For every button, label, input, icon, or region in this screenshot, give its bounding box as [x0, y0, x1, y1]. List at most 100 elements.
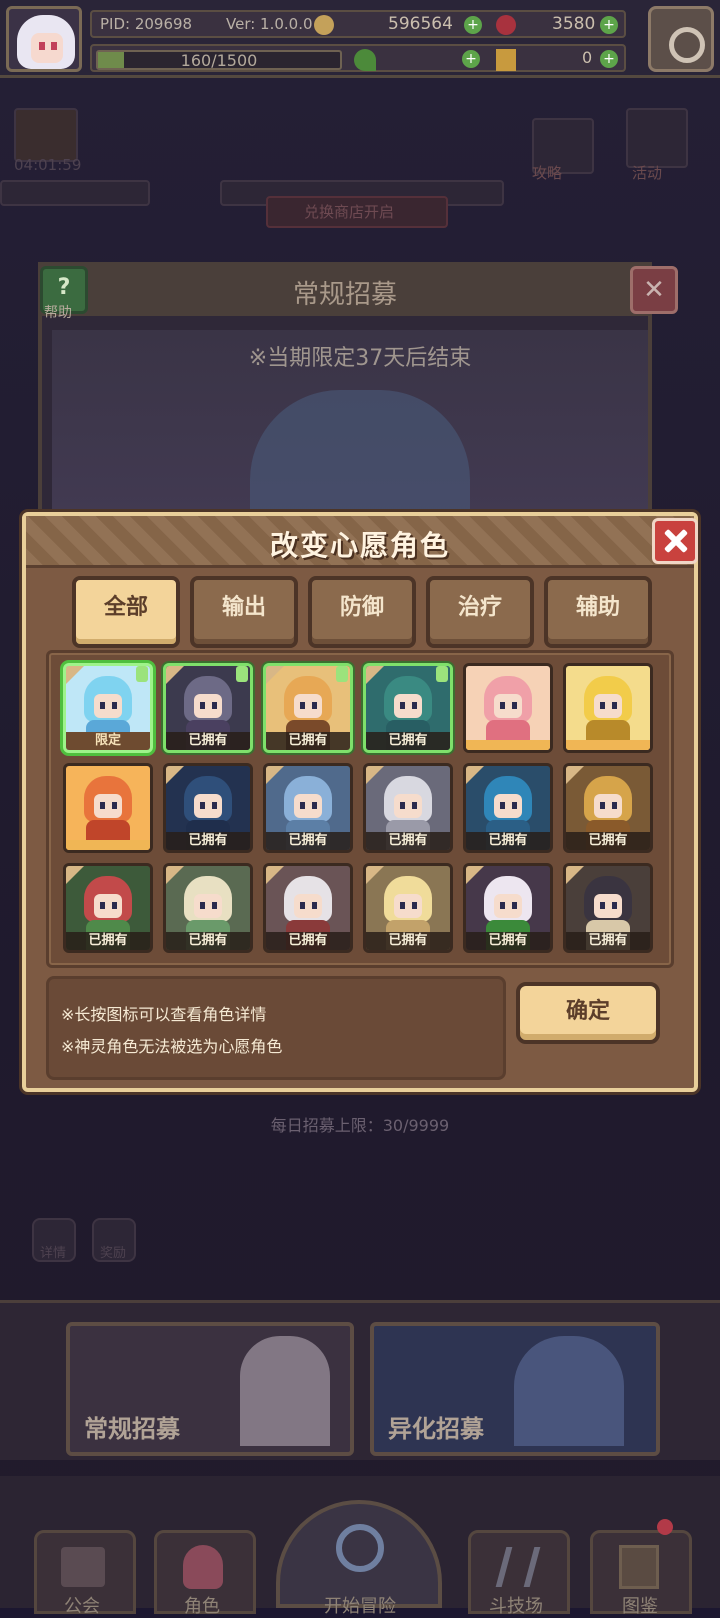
portrait-eye	[600, 802, 605, 809]
portrait-face	[394, 794, 422, 818]
add-key-button[interactable]: +	[600, 50, 618, 68]
portrait-eye	[512, 702, 517, 709]
alter-recruit-card[interactable]: 异化招募	[370, 1322, 660, 1456]
thumbs-up-icon	[136, 666, 148, 682]
question-icon: ?	[57, 275, 71, 300]
character-slot[interactable]	[563, 663, 653, 753]
portrait-eye	[512, 802, 517, 809]
close-button[interactable]	[652, 518, 698, 564]
add-clover-button[interactable]: +	[462, 50, 480, 68]
gem-icon	[496, 15, 516, 35]
limit-notice: ※当期限定37天后结束	[248, 346, 472, 371]
event-timer: 04:01:59	[14, 156, 82, 174]
details-mini-button[interactable]: 详情	[32, 1218, 76, 1262]
portrait-eye	[112, 802, 117, 809]
add-gem-button[interactable]: +	[600, 16, 618, 34]
pencil-corner-icon	[466, 766, 484, 784]
dialog-header: 改变心愿角色	[26, 516, 694, 568]
pencil-corner-icon	[366, 766, 384, 784]
magnifier-icon	[336, 1524, 384, 1572]
hint-long-press: ※长按图标可以查看角色详情	[61, 1005, 267, 1024]
character-slot[interactable]: 已拥有	[163, 663, 253, 753]
owned-badge: 已拥有	[466, 832, 550, 850]
portrait-eye	[112, 702, 117, 709]
new-character-bar	[466, 740, 550, 750]
reward-mini-button[interactable]: 奖励	[92, 1218, 136, 1262]
add-gold-button[interactable]: +	[464, 16, 482, 34]
portrait-face	[194, 694, 222, 718]
key-amount: 0	[582, 48, 593, 67]
nav-arena-label: 斗技场	[489, 1596, 543, 1617]
portrait-eye	[412, 702, 417, 709]
character-slot[interactable]: 已拥有	[363, 763, 453, 853]
portrait-eye	[112, 902, 117, 909]
character-slot[interactable]: 已拥有	[163, 863, 253, 953]
portrait-eye	[612, 802, 617, 809]
pencil-corner-icon	[66, 666, 84, 684]
event-icon[interactable]	[626, 108, 688, 168]
owned-badge: 已拥有	[566, 932, 650, 950]
portrait-eye	[200, 802, 205, 809]
character-slot[interactable]: 已拥有	[563, 763, 653, 853]
settings-button[interactable]	[648, 6, 714, 72]
limited-badge: 限定	[66, 732, 150, 750]
portrait-face	[594, 794, 622, 818]
confirm-button[interactable]: 确定	[516, 982, 660, 1044]
owned-badge: 已拥有	[66, 932, 150, 950]
character-slot[interactable]: 已拥有	[263, 863, 353, 953]
character-slot[interactable]: 已拥有	[363, 863, 453, 953]
alter-recruit-label: 异化招募	[388, 1415, 484, 1443]
portrait-eye	[612, 702, 617, 709]
recruit-close-button[interactable]: ✕	[630, 266, 678, 314]
new-character-bar	[566, 740, 650, 750]
owned-badge: 已拥有	[166, 932, 250, 950]
top-hud: PID: 209698 Ver: 1.0.0.0 596564 + 3580 +…	[0, 0, 720, 78]
close-icon: ✕	[643, 275, 665, 305]
pencil-corner-icon	[66, 866, 84, 884]
tab-healing[interactable]: 治疗	[426, 576, 534, 648]
normal-recruit-card[interactable]: 常规招募	[66, 1322, 354, 1456]
portrait-eye	[100, 902, 105, 909]
character-slot[interactable]: 已拥有	[363, 663, 453, 753]
portrait-eye	[512, 902, 517, 909]
tab-support[interactable]: 辅助	[544, 576, 652, 648]
character-slot[interactable]	[63, 763, 153, 853]
tab-damage[interactable]: 输出	[190, 576, 298, 648]
character-slot[interactable]: 已拥有	[63, 863, 153, 953]
character-slot[interactable]: 已拥有	[263, 763, 353, 853]
portrait-eye	[412, 902, 417, 909]
swords-icon	[495, 1547, 541, 1587]
owned-badge: 已拥有	[566, 832, 650, 850]
owned-badge: 已拥有	[466, 932, 550, 950]
character-slot[interactable]: 已拥有	[463, 863, 553, 953]
pencil-corner-icon	[566, 766, 584, 784]
tab-all[interactable]: 全部	[72, 576, 180, 648]
banner-character-art	[250, 390, 470, 520]
thumbs-up-icon	[336, 666, 348, 682]
character-slot[interactable]: 已拥有	[263, 663, 353, 753]
pencil-corner-icon	[266, 866, 284, 884]
character-slot[interactable]	[463, 663, 553, 753]
portrait-face	[194, 894, 222, 918]
portrait-eye	[312, 802, 317, 809]
guide-label: 攻略	[532, 164, 563, 182]
character-slot[interactable]: 已拥有	[163, 763, 253, 853]
character-slot[interactable]: 已拥有	[563, 863, 653, 953]
nav-guild-label: 公会	[64, 1596, 100, 1617]
player-avatar[interactable]	[6, 6, 82, 72]
tab-defense[interactable]: 防御	[308, 576, 416, 648]
portrait-eye	[400, 702, 405, 709]
portrait-face	[294, 894, 322, 918]
character-grid: 限定 已拥有 已拥有 已拥有 已拥有 已拥有 已拥有 已拥有 已拥有 已拥有 已拥有 已拥有 已拥有 已拥…	[46, 650, 674, 968]
normal-recruit-label: 常规招募	[84, 1415, 180, 1443]
notification-dot	[657, 1519, 673, 1535]
portrait-eye	[312, 902, 317, 909]
character-slot[interactable]: 已拥有	[463, 763, 553, 853]
character-slot[interactable]: 限定	[63, 663, 153, 753]
portrait-eye	[600, 702, 605, 709]
pencil-corner-icon	[266, 666, 284, 684]
dialog-title: 改变心愿角色	[269, 529, 450, 562]
chest-icon[interactable]	[14, 108, 78, 162]
stamina-text: 160/1500	[180, 51, 258, 70]
portrait-face	[494, 894, 522, 918]
